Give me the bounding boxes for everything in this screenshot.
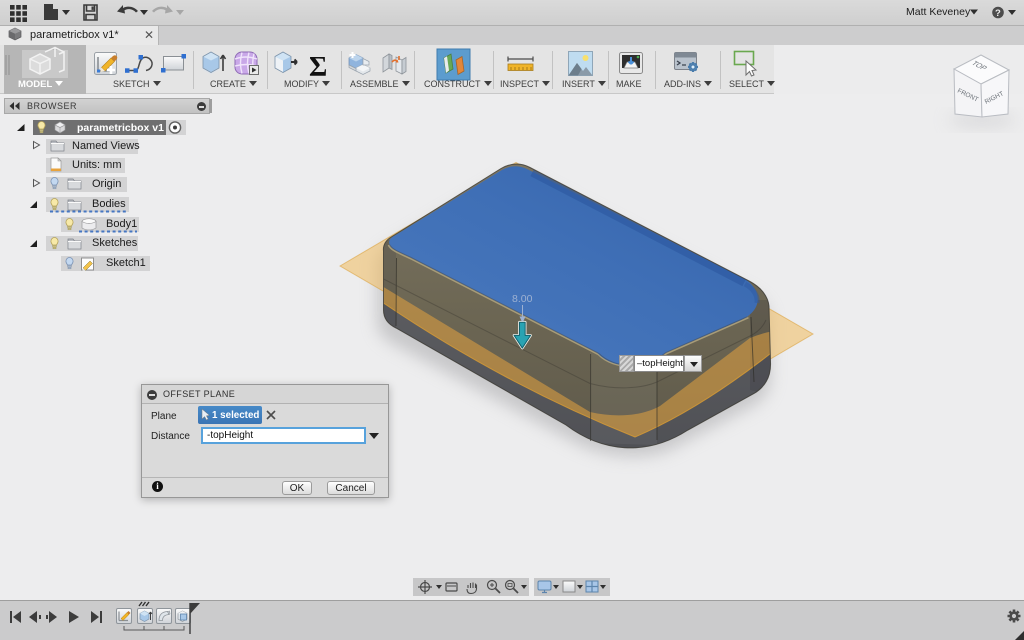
svg-text:8.00: 8.00	[512, 293, 533, 305]
